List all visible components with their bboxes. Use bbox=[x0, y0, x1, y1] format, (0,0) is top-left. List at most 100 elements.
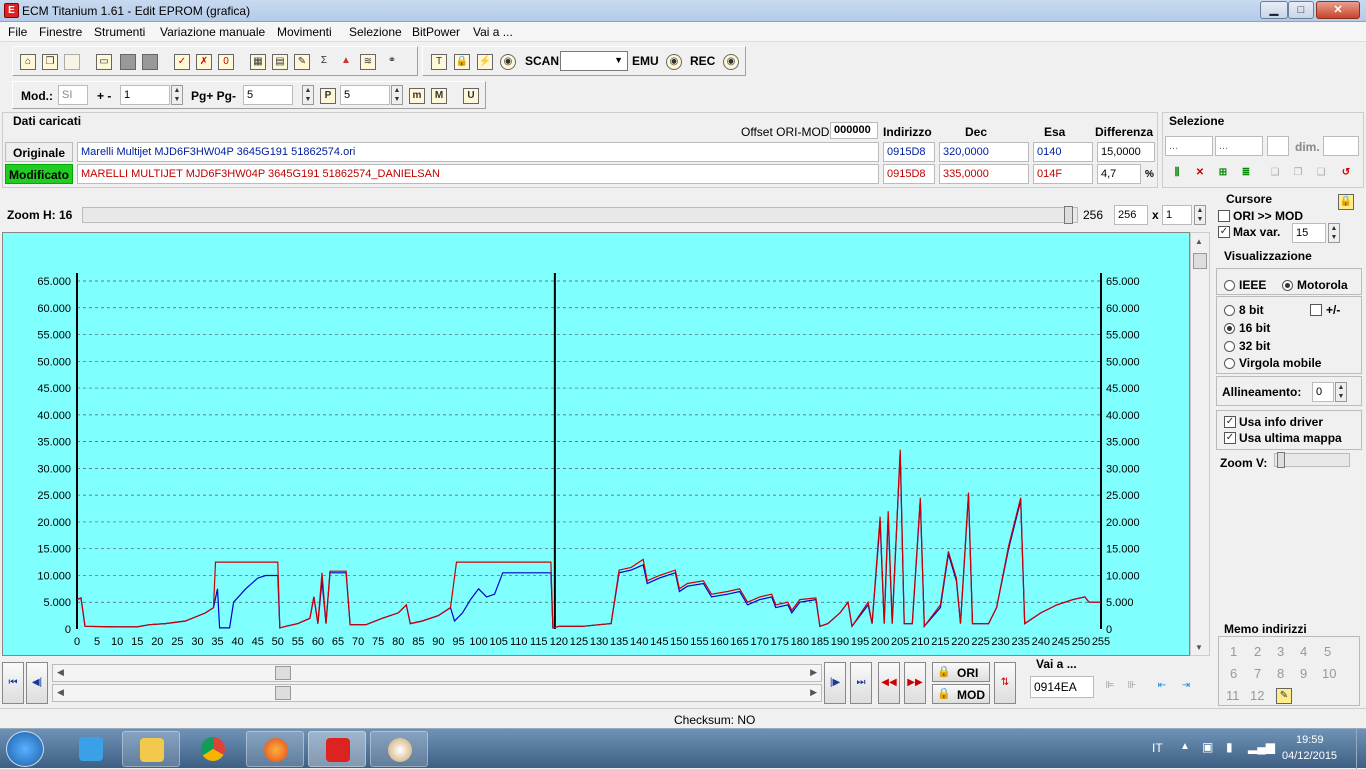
prev-page-button[interactable]: ◀| bbox=[26, 662, 48, 704]
menu-strumenti[interactable]: Strumenti bbox=[94, 25, 145, 39]
task-firefox[interactable] bbox=[246, 731, 304, 767]
selection-start[interactable]: ... bbox=[1165, 136, 1213, 156]
lock-icon[interactable]: 🔒 bbox=[454, 54, 470, 70]
memo-slot-11[interactable]: 11 bbox=[1226, 688, 1240, 703]
save-disabled-icon[interactable] bbox=[120, 54, 136, 70]
menu-vai-a[interactable]: Vai a ... bbox=[473, 25, 513, 39]
swap-button[interactable]: ⇅ bbox=[994, 662, 1016, 704]
max-var-spinner[interactable]: ▲ ▼ bbox=[1328, 223, 1340, 243]
menu-movimenti[interactable]: Movimenti bbox=[277, 25, 332, 39]
goto-mark-right-icon[interactable]: ⇥ bbox=[1178, 679, 1194, 695]
zoom-h-slider-thumb[interactable] bbox=[1064, 206, 1073, 224]
goto-left-icon[interactable]: ⊫ bbox=[1102, 679, 1118, 695]
dim-input[interactable] bbox=[1323, 136, 1359, 156]
zoom-v-slider-thumb[interactable] bbox=[1277, 452, 1285, 468]
scroll-thumb[interactable] bbox=[1193, 253, 1207, 269]
memo-slot-4[interactable]: 4 bbox=[1300, 644, 1307, 659]
offset-value[interactable]: 000000 bbox=[830, 122, 878, 139]
memo-slot-3[interactable]: 3 bbox=[1277, 644, 1284, 659]
mod-value[interactable]: SI bbox=[58, 85, 88, 105]
home-icon[interactable]: ⌂ bbox=[20, 54, 36, 70]
selection-extra[interactable] bbox=[1267, 136, 1289, 156]
selection-end[interactable]: ... bbox=[1215, 136, 1263, 156]
close-button[interactable]: ✕ bbox=[1316, 1, 1360, 19]
save-as-disabled-icon[interactable] bbox=[142, 54, 158, 70]
clock-date[interactable]: 04/12/2015 bbox=[1282, 750, 1337, 762]
mod-button[interactable]: 🔒 MOD bbox=[932, 684, 990, 704]
menu-selezione[interactable]: Selezione bbox=[349, 25, 402, 39]
select-add-icon[interactable]: ⊞ bbox=[1215, 166, 1231, 182]
m-small-icon[interactable]: m bbox=[409, 88, 425, 104]
text-icon[interactable]: T bbox=[431, 54, 447, 70]
goto-mark-left-icon[interactable]: ⇤ bbox=[1154, 679, 1170, 695]
max-var-input[interactable]: 15 bbox=[1292, 223, 1326, 243]
memo-slot-5[interactable]: 5 bbox=[1324, 644, 1331, 659]
shapes-icon[interactable]: ▲ bbox=[338, 54, 354, 70]
run-icon[interactable]: ⚡ bbox=[477, 54, 493, 70]
allineamento-input[interactable]: 0 bbox=[1312, 382, 1334, 402]
check-alt-icon[interactable]: ✗ bbox=[196, 54, 212, 70]
memo-slot-12[interactable]: 12 bbox=[1250, 688, 1264, 703]
plusminus-input[interactable]: 1 bbox=[120, 85, 170, 105]
graph-icon[interactable]: ≋ bbox=[360, 54, 376, 70]
network-icon[interactable]: ▣ bbox=[1202, 740, 1213, 754]
memo-slot-9[interactable]: 9 bbox=[1300, 666, 1307, 681]
m-big-icon[interactable]: M bbox=[431, 88, 447, 104]
blank-doc-icon[interactable] bbox=[64, 54, 80, 70]
memo-slot-8[interactable]: 8 bbox=[1277, 666, 1284, 681]
allineamento-spinner[interactable]: ▲ ▼ bbox=[1335, 382, 1347, 402]
battery-icon[interactable]: ▮ bbox=[1226, 740, 1233, 754]
scroll-down-icon[interactable]: ▼ bbox=[1195, 643, 1203, 652]
ori-button[interactable]: 🔒 ORI bbox=[932, 662, 990, 682]
select-clear-icon[interactable]: ✕ bbox=[1192, 166, 1208, 182]
rec-disc-icon[interactable]: ◉ bbox=[723, 54, 739, 70]
compare-icon[interactable]: ▦ bbox=[250, 54, 266, 70]
zoom-value-box[interactable]: 256 bbox=[1114, 205, 1148, 225]
p-icon[interactable]: P bbox=[320, 88, 336, 104]
scroll-left-icon-2[interactable]: ◀ bbox=[57, 687, 64, 698]
ieee-radio[interactable] bbox=[1224, 280, 1235, 291]
copy-icon[interactable]: ❏ bbox=[1267, 166, 1283, 182]
undo-icon[interactable]: ↺ bbox=[1338, 166, 1354, 182]
minimize-button[interactable]: ▁ bbox=[1260, 1, 1288, 19]
show-desktop-button[interactable] bbox=[1356, 729, 1366, 769]
task-explorer[interactable] bbox=[122, 731, 180, 767]
last-page-button[interactable]: ⏭ bbox=[850, 662, 872, 704]
paste-special-icon[interactable]: ❑ bbox=[1313, 166, 1329, 182]
scan-select[interactable]: ▼ bbox=[560, 51, 628, 71]
memo-slot-10[interactable]: 10 bbox=[1322, 666, 1336, 681]
zoom-v-slider[interactable] bbox=[1274, 452, 1350, 468]
scroll-right-icon-2[interactable]: ▶ bbox=[810, 687, 817, 698]
zoom-h-slider[interactable] bbox=[82, 206, 1078, 224]
motorola-radio[interactable] bbox=[1282, 280, 1293, 291]
line-chart[interactable]: 0 05.000 5.00010.000 10.00015.000 15.00020.0… bbox=[3, 233, 1189, 655]
windows-icon[interactable]: ❐ bbox=[42, 54, 58, 70]
menu-file[interactable]: File bbox=[8, 25, 27, 39]
ori-mod-checkbox[interactable] bbox=[1218, 210, 1230, 222]
usa-info-driver-checkbox[interactable]: ✓ bbox=[1224, 416, 1236, 428]
task-paint[interactable] bbox=[370, 731, 428, 767]
menu-variazione-manuale[interactable]: Variazione manuale bbox=[160, 25, 265, 39]
scroll-left-icon[interactable]: ◀ bbox=[57, 667, 64, 678]
disc-icon[interactable]: ◉ bbox=[500, 54, 516, 70]
bit32-radio[interactable] bbox=[1224, 341, 1235, 352]
max-var-checkbox[interactable]: ✓ bbox=[1218, 226, 1230, 238]
calc-icon[interactable]: ▤ bbox=[272, 54, 288, 70]
position-thumb-bottom[interactable] bbox=[275, 686, 291, 700]
usa-ultima-mappa-checkbox[interactable]: ✓ bbox=[1224, 432, 1236, 444]
select-end-icon[interactable]: ≣ bbox=[1238, 166, 1254, 182]
checklist-icon[interactable]: ✓ bbox=[174, 54, 190, 70]
plusminus-spinner[interactable]: ▲ ▼ bbox=[171, 85, 183, 105]
tray-arrow-icon[interactable]: ▲ bbox=[1180, 741, 1190, 752]
goto-right-icon[interactable]: ⊪ bbox=[1124, 679, 1140, 695]
sum-icon[interactable]: Σ bbox=[316, 54, 332, 70]
clock-time[interactable]: 19:59 bbox=[1296, 734, 1324, 746]
binoculars-icon[interactable]: ⚭ bbox=[384, 54, 400, 70]
open-folder-icon[interactable]: ▭ bbox=[96, 54, 112, 70]
virgola-radio[interactable] bbox=[1224, 358, 1235, 369]
maximize-button[interactable]: □ bbox=[1288, 1, 1314, 19]
menu-bitpower[interactable]: BitPower bbox=[412, 25, 460, 39]
signal-icon[interactable]: ▂▄▆ bbox=[1248, 740, 1275, 754]
task-ie[interactable] bbox=[62, 731, 120, 767]
bit8-radio[interactable] bbox=[1224, 305, 1235, 316]
